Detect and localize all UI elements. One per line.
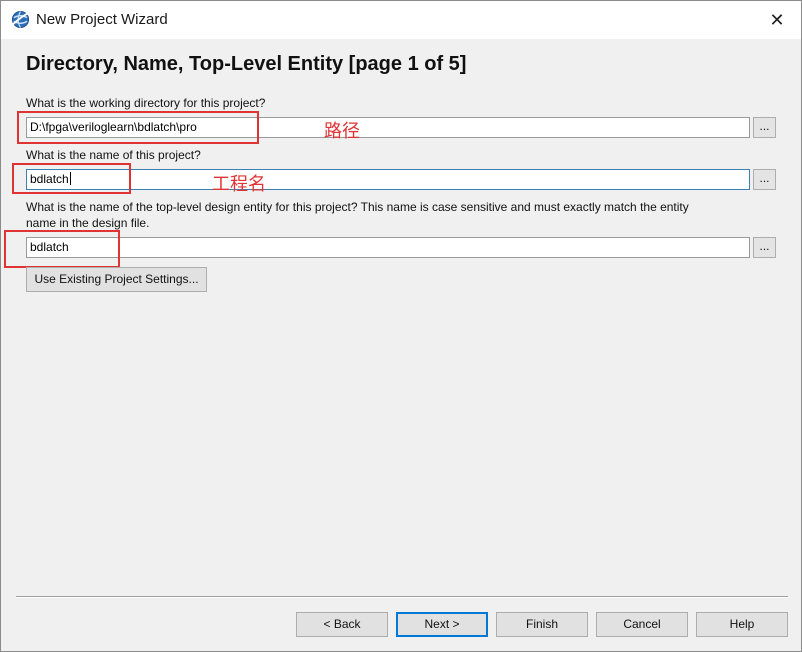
annotation-box-directory — [17, 111, 259, 144]
annotation-box-project-name — [12, 163, 131, 194]
project-name-input[interactable]: bdlatch — [26, 169, 750, 190]
annotation-project-name: 工程名 — [212, 174, 266, 195]
top-entity-label-line2: name in the design file. — [26, 216, 150, 230]
directory-label: What is the working directory for this p… — [26, 96, 266, 110]
project-name-browse-button[interactable]: ... — [753, 169, 776, 190]
separator — [16, 596, 788, 598]
new-project-wizard-window: New Project Wizard ✕ Directory, Name, To… — [0, 0, 802, 652]
cancel-button[interactable]: Cancel — [596, 612, 688, 637]
window-title: New Project Wizard — [36, 11, 168, 28]
annotation-directory: 路径 — [324, 121, 360, 142]
back-button[interactable]: < Back — [296, 612, 388, 637]
title-bar: New Project Wizard ✕ — [1, 1, 801, 39]
finish-button[interactable]: Finish — [496, 612, 588, 637]
top-entity-browse-button[interactable]: ... — [753, 237, 776, 258]
page-title: Directory, Name, Top-Level Entity [page … — [26, 53, 467, 75]
project-name-label: What is the name of this project? — [26, 148, 201, 162]
close-icon[interactable]: ✕ — [767, 10, 787, 30]
next-button[interactable]: Next > — [396, 612, 488, 637]
top-entity-input[interactable]: bdlatch — [26, 237, 750, 258]
quartus-globe-icon — [11, 10, 30, 29]
directory-browse-button[interactable]: ... — [753, 117, 776, 138]
annotation-box-top-entity — [4, 230, 120, 268]
use-existing-settings-button[interactable]: Use Existing Project Settings... — [26, 267, 207, 292]
top-entity-label-line1: What is the name of the top-level design… — [26, 200, 689, 214]
help-button[interactable]: Help — [696, 612, 788, 637]
